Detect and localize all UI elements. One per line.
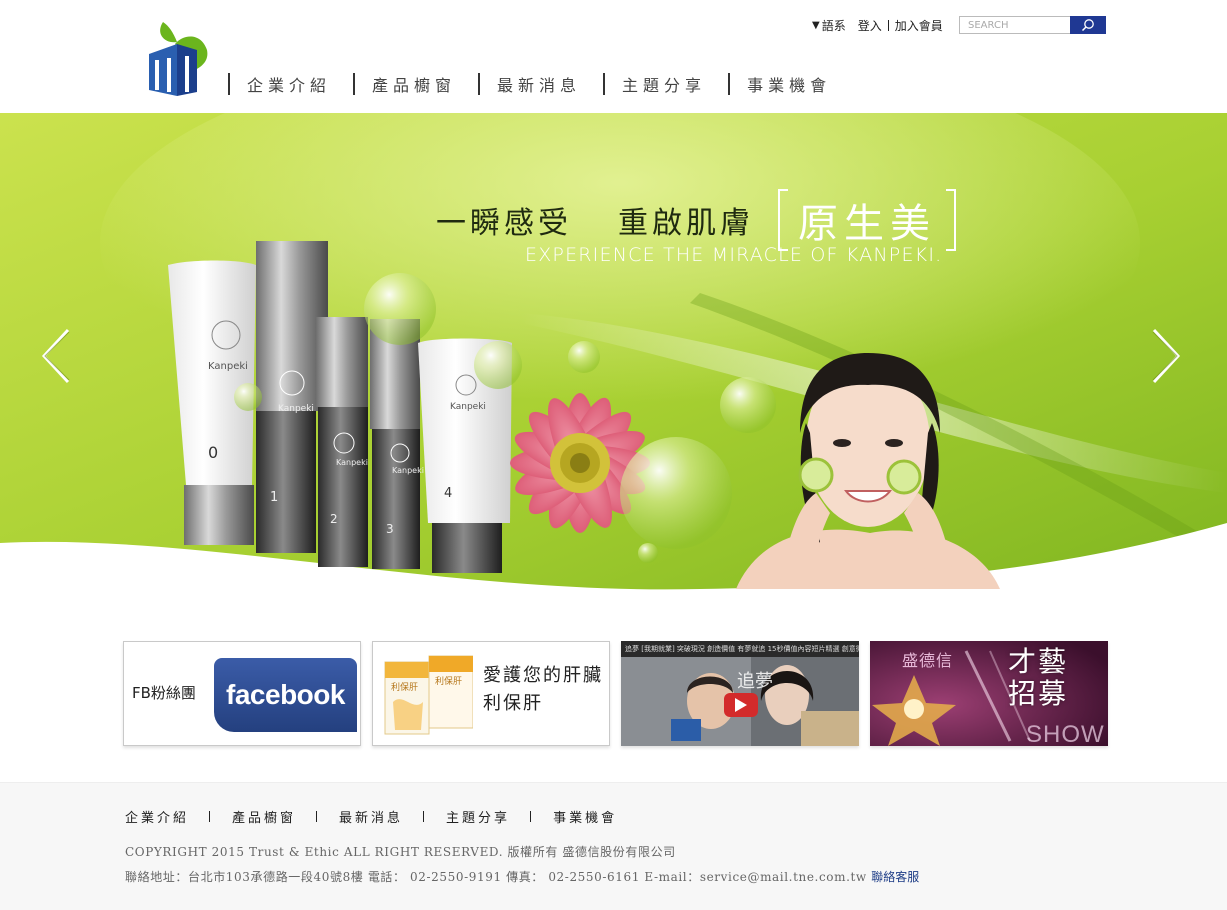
search-button[interactable] (1070, 16, 1106, 34)
facebook-fan-page-tile[interactable]: FB粉絲團 facebook (123, 641, 361, 746)
divider (530, 811, 532, 822)
customer-service-link[interactable]: 聯絡客服 (871, 870, 919, 884)
promo-tiles: FB粉絲團 facebook 利保肝 利保肝 愛護您的肝臟 利保肝 追夢 追夢 … (123, 641, 1108, 746)
triangle-down-icon: ▼ (812, 19, 820, 31)
site-header: ▼ 語系 登入 加入會員 企業介紹 產品櫥窗 最新消息 主題分享 事業機會 (0, 0, 1227, 113)
register-link[interactable]: 加入會員 (895, 17, 943, 34)
divider (423, 811, 425, 822)
search-box (959, 16, 1106, 34)
address-text: 聯絡地址：台北市103承德路一段40號8樓 電話： 02-2550-9191 傳… (125, 870, 872, 884)
facebook-wordmark: facebook (226, 679, 345, 710)
nav-item-about[interactable]: 企業介紹 (230, 72, 353, 96)
talent-show-text: SHOW (1026, 721, 1105, 746)
facebook-logo: facebook (214, 658, 357, 732)
product-number-label: 2 (330, 512, 338, 526)
product-brand-label: Kanpeki (208, 361, 248, 372)
talent-line-2: 招募 (1008, 677, 1069, 710)
site-footer: 企業介紹 產品櫥窗 最新消息 主題分享 事業機會 COPYRIGHT 2015 … (0, 782, 1227, 910)
footer-nav-news[interactable]: 最新消息 (339, 807, 403, 826)
headline-part-1: 一瞬感受 (436, 206, 572, 241)
headline-highlight-text: 原生美 (798, 201, 936, 247)
product-number-label: 4 (444, 486, 452, 501)
bracket-left (778, 189, 788, 251)
language-label: 語系 (821, 18, 846, 33)
utility-bar: ▼ 語系 登入 加入會員 (812, 16, 943, 34)
footer-nav-products[interactable]: 產品櫥窗 (232, 807, 296, 826)
footer-nav-about[interactable]: 企業介紹 (125, 807, 189, 826)
video-tile[interactable]: 追夢 追夢 [我期就業] 突破現況 創造價值 有夢就追 15秒價值內容短片精選 … (621, 641, 859, 746)
carousel-next-button[interactable] (1148, 326, 1184, 386)
nav-item-news[interactable]: 最新消息 (480, 72, 603, 96)
liver-box-label: 利保肝 (391, 681, 418, 693)
liver-line-1: 愛護您的肝臟 (483, 665, 603, 686)
talent-recruit-tile[interactable]: 盛德信 才藝 招募 SHOW (870, 641, 1108, 746)
company-logo[interactable] (145, 20, 211, 98)
chevron-right-icon (1152, 328, 1181, 384)
nav-item-products[interactable]: 產品櫥窗 (355, 72, 478, 96)
product-number-label: 0 (208, 443, 218, 462)
chevron-left-icon (41, 328, 70, 384)
liver-line-2: 利保肝 (483, 693, 543, 714)
hero-headline: 一瞬感受 重啟肌膚 原生美 (436, 189, 956, 251)
product-brand-label: Kanpeki (450, 402, 486, 412)
language-selector[interactable]: ▼ 語系 (812, 17, 846, 34)
divider (887, 19, 889, 31)
video-caption: 追夢 [我期就業] 突破現況 創造價值 有夢就追 15秒價值內容短片精選 創意微… (621, 641, 859, 657)
product-brand-label: Kanpeki (278, 404, 314, 414)
headline-highlight: 原生美 (778, 189, 956, 251)
nav-item-business[interactable]: 事業機會 (730, 72, 853, 96)
liver-box-label: 利保肝 (435, 675, 462, 687)
product-bottle-2: Kanpeki 2 (316, 317, 368, 567)
contact-info: 聯絡地址：台北市103承德路一段40號8樓 電話： 02-2550-9191 傳… (125, 868, 919, 885)
footer-nav-business[interactable]: 事業機會 (553, 807, 617, 826)
talent-brand-label: 盛德信 (902, 651, 954, 670)
headline-part-2: 重啟肌膚 (618, 206, 754, 241)
product-bottle-3: Kanpeki 3 (370, 319, 424, 569)
search-input[interactable] (959, 16, 1070, 34)
nav-item-topics[interactable]: 主題分享 (605, 72, 728, 96)
fb-fan-label: FB粉絲團 (132, 684, 196, 702)
talent-line-1: 才藝 (1008, 645, 1069, 678)
footer-nav-topics[interactable]: 主題分享 (446, 807, 510, 826)
hero-subheadline: EXPERIENCE THE MIRACLE OF KANPEKI. (525, 244, 943, 266)
product-number-label: 1 (270, 490, 278, 505)
carousel-prev-button[interactable] (38, 326, 74, 386)
liver-promo-text: 愛護您的肝臟 利保肝 (483, 662, 603, 718)
product-brand-label: Kanpeki (336, 458, 368, 467)
video-overlay-text: 追夢 (737, 671, 773, 692)
divider (209, 811, 211, 822)
hero-banner[interactable]: Kanpeki 0 Kanpeki 1 Kanpeki 2 Kanpeki 3 (0, 113, 1227, 613)
play-button[interactable] (724, 693, 758, 717)
play-icon (735, 698, 747, 712)
product-number-label: 3 (386, 522, 394, 536)
liver-product-image: 利保肝 利保肝 (384, 655, 473, 735)
bracket-right (946, 189, 956, 251)
login-link[interactable]: 登入 (858, 17, 882, 34)
footer-nav: 企業介紹 產品櫥窗 最新消息 主題分享 事業機會 (125, 807, 617, 826)
copyright-text: COPYRIGHT 2015 Trust & Ethic ALL RIGHT R… (125, 845, 676, 859)
main-nav: 企業介紹 產品櫥窗 最新消息 主題分享 事業機會 (228, 72, 853, 96)
divider (316, 811, 318, 822)
product-brand-label: Kanpeki (392, 466, 424, 475)
hero-background: Kanpeki 0 Kanpeki 1 Kanpeki 2 Kanpeki 3 (0, 113, 1227, 613)
liver-product-tile[interactable]: 利保肝 利保肝 愛護您的肝臟 利保肝 (372, 641, 610, 746)
search-icon (1081, 19, 1094, 32)
